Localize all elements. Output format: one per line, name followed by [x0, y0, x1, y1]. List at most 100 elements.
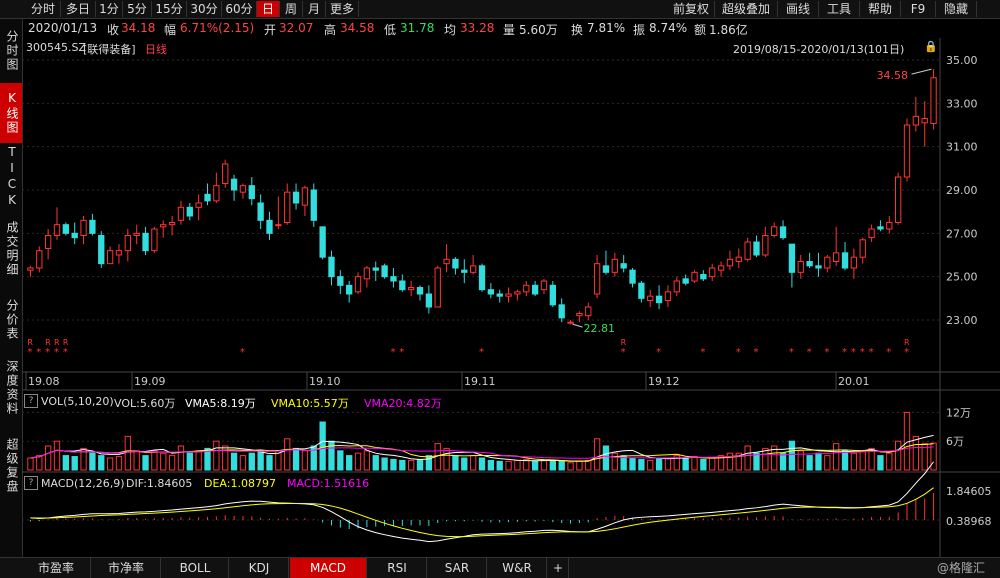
candle-body: [452, 258, 459, 269]
candle-body: [682, 278, 689, 284]
candle-body: [416, 287, 424, 295]
signal-star: *: [842, 347, 847, 358]
volume-bar: [416, 458, 424, 471]
date-tick: 19.09: [134, 375, 166, 388]
volume-bar: [753, 452, 760, 471]
indicator-tab-3[interactable]: KDJ: [230, 558, 289, 578]
vol-value-label: VOL:5.60万: [114, 397, 176, 410]
volume-bar: [44, 445, 52, 471]
volume-bar: [248, 452, 255, 471]
candle-body: [673, 280, 680, 293]
candle-body: [44, 235, 52, 249]
indicator-tabs: 市盈率 市净率 BOLL KDJ MACD RSI SAR W&R +: [0, 557, 1000, 578]
candle-body: [354, 276, 362, 293]
candle-body: [204, 193, 211, 202]
candle-body: [124, 235, 131, 252]
candle-body: [257, 202, 264, 221]
chart-canvas[interactable]: 35.00 33.00 31.00 29.00 27.00 25.00 23.00 19.08…: [0, 0, 1000, 577]
volume-bar: [593, 438, 601, 471]
volume-bar: [894, 440, 902, 471]
candle-body: [629, 269, 636, 284]
volume-bar: [381, 457, 388, 471]
candle-body: [709, 267, 716, 278]
price-tick: 27.00: [946, 227, 978, 240]
signal-r: R: [27, 338, 33, 347]
candle-body: [98, 235, 105, 265]
candle-body: [469, 265, 477, 273]
volume-bar: [576, 460, 583, 471]
volume-bar: [850, 452, 858, 471]
candle-body: [461, 269, 468, 273]
signal-r: R: [54, 338, 60, 347]
indicator-tab-6[interactable]: SAR: [428, 558, 487, 578]
price-tick: 31.00: [946, 141, 978, 154]
volume-bar: [487, 459, 495, 471]
candle-body: [531, 284, 539, 295]
volume-bar: [691, 456, 698, 471]
signal-star: *: [753, 347, 758, 358]
volume-bar: [257, 450, 264, 471]
candle-body: [894, 176, 902, 223]
candle-body: [514, 291, 521, 295]
volume-bar: [292, 447, 300, 471]
candle-body: [434, 267, 441, 308]
candle-body: [859, 239, 866, 258]
macd-panel-title: MACD(12,26,9): [41, 477, 125, 490]
candle-body: [337, 276, 344, 286]
indicator-tab-8[interactable]: +: [548, 558, 569, 578]
volume-bar: [886, 452, 893, 471]
date-tick: 19.11: [464, 375, 496, 388]
candle-body: [425, 293, 433, 308]
volume-bar: [788, 440, 796, 471]
volume-bar: [27, 457, 34, 471]
signal-star: *: [886, 347, 891, 358]
signal-star: *: [869, 347, 874, 358]
candle-body: [540, 280, 548, 291]
indicator-tab-4[interactable]: MACD: [290, 558, 367, 578]
volume-bar: [496, 460, 503, 471]
indicator-tab-7[interactable]: W&R: [488, 558, 547, 578]
volume-bar: [629, 457, 636, 471]
volume-bar: [62, 455, 70, 471]
macd-tick: 0.38968: [946, 515, 992, 528]
candle-body: [726, 258, 734, 267]
volume-bar: [266, 455, 273, 471]
price-tick: 33.00: [946, 97, 978, 110]
signal-star: *: [27, 347, 32, 358]
candle-body: [71, 232, 78, 239]
volume-bar: [337, 450, 344, 471]
candle-body: [292, 191, 300, 204]
help-icon[interactable]: ?: [24, 476, 38, 490]
candle-body: [868, 228, 875, 239]
candle-body: [824, 256, 831, 269]
indicator-tab-0[interactable]: 市盈率: [22, 558, 91, 578]
volume-bar: [469, 455, 477, 471]
candle-body: [195, 202, 202, 208]
candle-body: [638, 282, 645, 299]
date-tick: 19.08: [28, 375, 60, 388]
volume-bar: [142, 455, 149, 471]
candle-body: [664, 291, 672, 302]
volume-bar: [177, 445, 185, 471]
indicator-tab-1[interactable]: 市净率: [92, 558, 161, 578]
candle-body: [886, 222, 893, 230]
candle-body: [275, 224, 282, 227]
indicator-tab-2[interactable]: BOLL: [162, 558, 229, 578]
indicator-tab-5[interactable]: RSI: [368, 558, 427, 578]
candle-body: [921, 118, 928, 124]
candle-body: [930, 77, 937, 124]
volume-bar: [611, 452, 618, 471]
signal-star: *: [621, 347, 626, 358]
candle-body: [841, 252, 849, 269]
signal-star: *: [240, 347, 245, 358]
candle-body: [363, 267, 371, 280]
volume-bar: [372, 455, 379, 471]
candle-body: [912, 115, 920, 126]
help-icon[interactable]: ?: [24, 394, 38, 408]
volume-bar: [726, 452, 734, 471]
volume-bar: [346, 455, 353, 471]
candle-body: [36, 250, 43, 269]
candle-body: [160, 224, 167, 228]
signal-star: *: [904, 347, 909, 358]
candle-body: [142, 232, 149, 252]
